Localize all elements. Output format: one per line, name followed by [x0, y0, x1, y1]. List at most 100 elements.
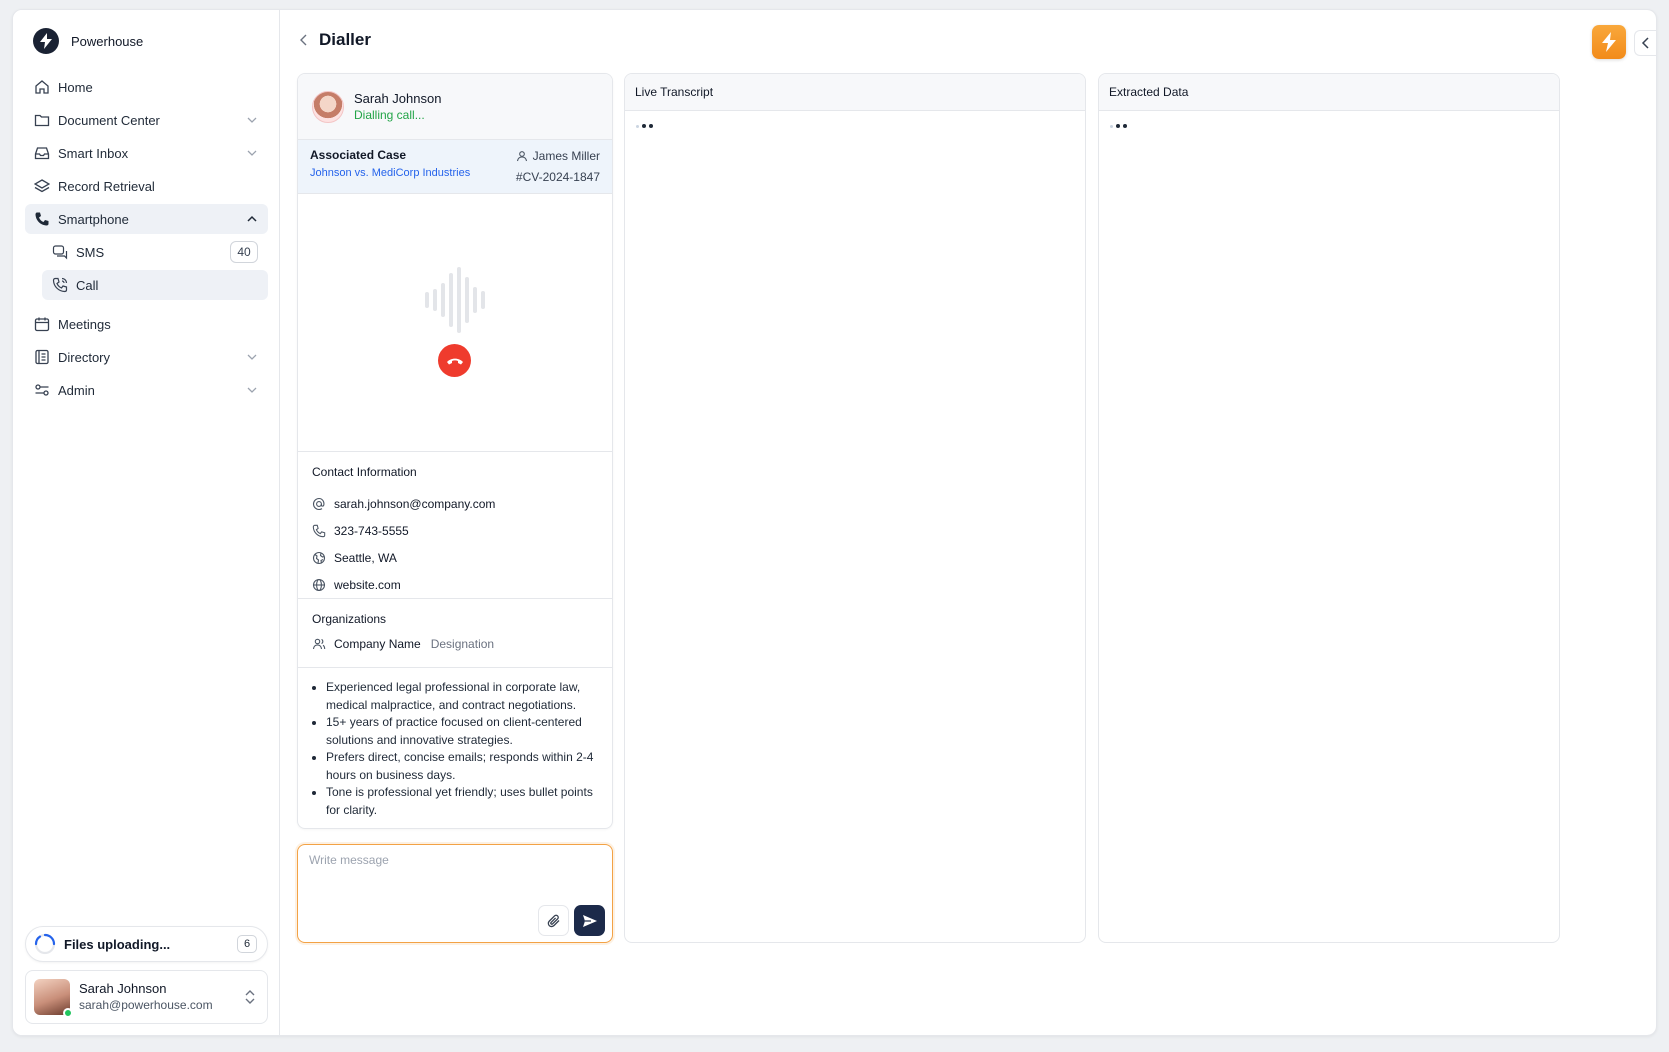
lightning-icon [1602, 32, 1616, 52]
sidebar-item-label: Record Retrieval [58, 178, 155, 194]
contact-location-row: Seattle, WA [312, 544, 598, 571]
spinner-icon [34, 933, 56, 955]
attach-button[interactable] [538, 905, 569, 936]
contact-heading: Sarah Johnson Dialling call... [354, 90, 441, 124]
panel-title: Live Transcript [625, 74, 1085, 111]
message-input[interactable] [309, 853, 589, 867]
sidebar-item-label: Smart Inbox [58, 145, 129, 161]
sidebar-item-document-center[interactable]: Document Center [25, 105, 268, 135]
list-item: Experienced legal professional in corpor… [326, 679, 598, 714]
ai-assistant-button[interactable] [1592, 25, 1626, 59]
contact-notes: Experienced legal professional in corpor… [298, 668, 612, 819]
brand-name: Powerhouse [71, 33, 144, 49]
contact-email: sarah.johnson@company.com [334, 496, 496, 511]
home-icon [35, 80, 49, 94]
phone-icon [312, 524, 326, 537]
contact-website: website.com [334, 577, 401, 592]
sidebar-item-label: Call [76, 277, 99, 293]
typing-indicator [636, 124, 653, 128]
list-item: Prefers direct, concise emails; responds… [326, 749, 598, 784]
contact-email-row[interactable]: sarah.johnson@company.com [312, 490, 598, 517]
sidebar-item-sms[interactable]: SMS 40 [42, 237, 268, 267]
folder-icon [34, 114, 50, 127]
page-title: Dialler [319, 30, 371, 49]
user-icon [516, 151, 527, 162]
hang-up-button[interactable] [438, 344, 471, 377]
associated-case: Associated Case Johnson vs. MediCorp Ind… [298, 140, 612, 194]
sidebar-item-meetings[interactable]: Meetings [25, 309, 268, 339]
lightning-logo-icon [33, 28, 59, 54]
case-owner: James Miller [516, 149, 600, 163]
brand[interactable]: Powerhouse [33, 28, 143, 54]
user-account-switcher[interactable]: Sarah Johnson sarah@powerhouse.com [25, 970, 268, 1024]
contact-call-panel: Sarah Johnson Dialling call... Associate… [297, 73, 613, 829]
sidebar-item-record-retrieval[interactable]: Record Retrieval [25, 171, 268, 201]
case-id: #CV-2024-1847 [515, 170, 600, 184]
sms-count-badge: 40 [230, 241, 258, 263]
organization-name: Company Name [334, 637, 421, 651]
contact-location: Seattle, WA [334, 550, 397, 565]
contact-header: Sarah Johnson Dialling call... [298, 74, 612, 140]
directory-icon [35, 349, 49, 365]
back-chevron-icon[interactable] [297, 33, 311, 47]
case-owner-name: James Miller [532, 149, 600, 163]
paperclip-icon [547, 914, 559, 927]
collapse-panel-button[interactable] [1634, 30, 1656, 56]
chevron-left-icon [1641, 37, 1649, 49]
sidebar-item-label: Home [58, 79, 93, 95]
admin-settings-icon [35, 384, 49, 396]
files-uploading-indicator[interactable]: Files uploading... 6 [25, 926, 268, 962]
send-icon [582, 914, 597, 927]
organization-designation: Designation [430, 637, 495, 651]
sidebar-item-label: Admin [58, 382, 95, 398]
organization-row[interactable]: Company Name Designation [312, 637, 598, 651]
sidebar-item-call[interactable]: Call [42, 270, 268, 300]
main-content: Dialler Sarah Johnson Dialling call... A… [281, 10, 1656, 1035]
user-info: Sarah Johnson sarah@powerhouse.com [79, 980, 234, 1014]
chevron-down-icon [247, 354, 257, 360]
phone-call-icon [52, 277, 68, 293]
chevron-up-icon [247, 215, 257, 222]
sidebar-item-label: Smartphone [58, 211, 129, 227]
sms-icon [52, 245, 68, 260]
sidebar-item-smartphone[interactable]: Smartphone [25, 204, 268, 234]
upload-count-badge: 6 [237, 935, 257, 953]
user-name: Sarah Johnson [79, 981, 167, 996]
contact-name: Sarah Johnson [354, 90, 442, 106]
contact-information: Contact Information sarah.johnson@compan… [298, 452, 612, 599]
phone-icon [35, 212, 49, 226]
panel-title: Extracted Data [1099, 74, 1559, 111]
globe-icon [312, 578, 326, 591]
send-button[interactable] [574, 905, 605, 936]
message-composer [297, 844, 613, 943]
chevron-up-down-icon [245, 990, 255, 1004]
calendar-icon [34, 317, 50, 332]
sidebar: Powerhouse Home Document Center Smart In… [13, 10, 280, 1035]
inbox-icon [34, 147, 50, 160]
online-status-dot [63, 1008, 73, 1018]
page-header: Dialler [297, 30, 371, 50]
audio-waveform-icon [425, 267, 485, 333]
upload-label: Files uploading... [64, 936, 171, 952]
sidebar-item-smart-inbox[interactable]: Smart Inbox [25, 138, 268, 168]
section-title: Contact Information [312, 465, 417, 479]
sidebar-item-directory[interactable]: Directory [25, 342, 268, 372]
extracted-data-panel: Extracted Data [1098, 73, 1560, 943]
sidebar-item-admin[interactable]: Admin [25, 375, 268, 405]
sidebar-item-label: Document Center [58, 112, 160, 128]
contact-phone: 323-743-5555 [334, 523, 409, 538]
phone-hangup-icon [446, 358, 463, 364]
call-status: Dialling call... [354, 107, 425, 122]
section-title: Organizations [312, 612, 387, 626]
avatar [34, 979, 73, 1018]
contact-website-row[interactable]: website.com [312, 571, 598, 598]
globe-location-icon [312, 551, 326, 564]
sidebar-item-label: Directory [58, 349, 111, 365]
list-item: Tone is professional yet friendly; uses … [326, 784, 598, 819]
contact-phone-row[interactable]: 323-743-5555 [312, 517, 598, 544]
typing-indicator [1110, 124, 1127, 128]
live-transcript-panel: Live Transcript [624, 73, 1086, 943]
avatar [312, 90, 344, 123]
sidebar-item-home[interactable]: Home [25, 72, 268, 102]
chevron-down-icon [247, 387, 257, 393]
